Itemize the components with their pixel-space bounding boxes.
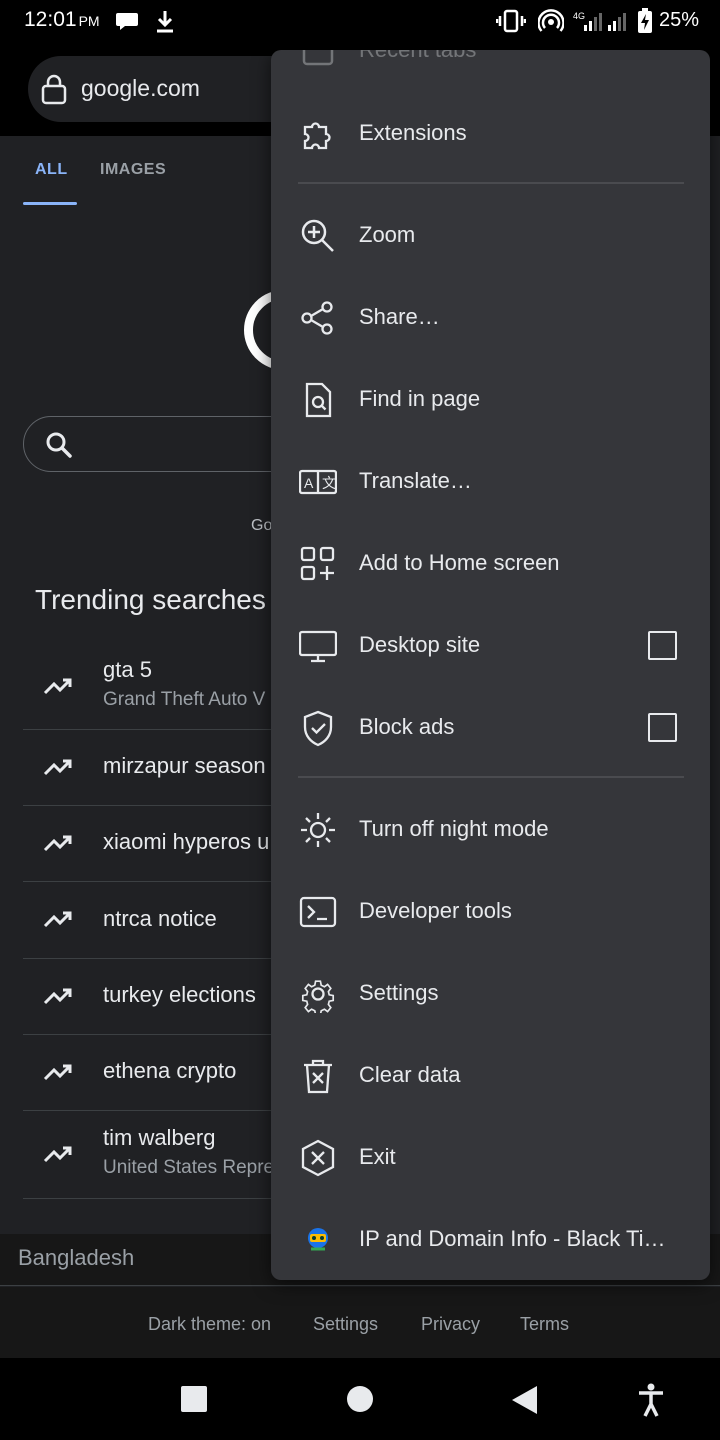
svg-text:文: 文 <box>322 475 336 491</box>
menu-item-exit[interactable]: Exit <box>271 1117 710 1199</box>
menu-item-label: Find in page <box>359 386 481 411</box>
menu-item-settings[interactable]: Settings <box>271 953 710 1035</box>
clock: 12:01 PM <box>24 8 100 31</box>
overflow-menu: Recent tabs Extensions Zoom Share… Find … <box>271 50 710 1280</box>
page-footer: Dark theme: on Settings Privacy Terms <box>0 1287 720 1358</box>
sun-icon <box>301 813 335 847</box>
menu-item-translate[interactable]: A文 Translate… <box>271 441 710 523</box>
hotspot-icon <box>538 9 564 32</box>
menu-item-recent-tabs[interactable]: Recent tabs <box>271 50 710 92</box>
tab-all[interactable]: ALL <box>35 161 68 179</box>
menu-item-label: Turn off night mode <box>359 816 549 841</box>
menu-item-find-in-page[interactable]: Find in page <box>271 359 710 441</box>
block-ads-checkbox[interactable] <box>648 713 677 742</box>
recent-tabs-icon <box>302 50 334 66</box>
accessibility-icon[interactable] <box>637 1383 665 1417</box>
signal-icon: 4G <box>573 11 626 31</box>
shield-check-icon <box>303 710 333 747</box>
system-nav-bar <box>0 1358 720 1440</box>
menu-item-label: Settings <box>359 980 439 1005</box>
zoom-in-icon <box>301 219 334 252</box>
menu-divider <box>298 182 684 184</box>
url-text: google.com <box>81 75 200 101</box>
menu-item-share[interactable]: Share… <box>271 277 710 359</box>
menu-item-clear-data[interactable]: Clear data <box>271 1035 710 1117</box>
vibrate-icon <box>496 9 526 33</box>
back-button[interactable] <box>510 1385 538 1415</box>
trend-subtitle: United States Repre <box>103 1157 275 1178</box>
trash-icon <box>304 1059 332 1094</box>
trend-title: ethena crypto <box>103 1058 237 1083</box>
terms-link[interactable]: Terms <box>520 1314 569 1335</box>
download-icon <box>157 11 173 33</box>
trend-title: ntrca notice <box>103 906 217 931</box>
menu-item-night-mode[interactable]: Turn off night mode <box>271 789 710 871</box>
menu-item-label: Translate… <box>359 468 472 493</box>
menu-item-label: Share… <box>359 304 440 329</box>
menu-item-label: Extensions <box>359 120 467 145</box>
trending-up-icon <box>43 1064 72 1081</box>
trending-up-icon <box>43 1146 72 1163</box>
trending-up-icon <box>43 759 72 776</box>
tab-images[interactable]: IMAGES <box>100 161 166 179</box>
svg-text:4G: 4G <box>573 11 585 21</box>
home-button[interactable] <box>346 1385 374 1413</box>
trend-title: turkey elections <box>103 982 256 1007</box>
recents-button[interactable] <box>180 1385 208 1413</box>
tab-indicator <box>23 202 77 205</box>
menu-item-label: Zoom <box>359 222 416 247</box>
menu-item-label: Exit <box>359 1144 396 1169</box>
trend-title: xiaomi hyperos u <box>103 829 270 854</box>
menu-item-block-ads[interactable]: Block ads <box>271 687 710 769</box>
trend-title: mirzapur season <box>103 753 266 778</box>
trend-subtitle: Grand Theft Auto V <box>103 689 266 710</box>
add-to-home-icon <box>300 546 335 581</box>
close-circle-icon <box>301 1139 335 1177</box>
gear-icon <box>301 980 335 1013</box>
menu-item-label: Add to Home screen <box>359 550 560 575</box>
offered-in-text: Go <box>251 517 273 534</box>
chat-bubble-icon <box>116 13 138 30</box>
menu-item-desktop-site[interactable]: Desktop site <box>271 605 710 687</box>
menu-item-developer-tools[interactable]: Developer tools <box>271 871 710 953</box>
trending-up-icon <box>43 835 72 852</box>
status-bar: 12:01 PM 4G 25% <box>0 0 720 44</box>
share-icon <box>301 301 333 335</box>
desktop-site-checkbox[interactable] <box>648 631 677 660</box>
desktop-icon <box>299 630 337 663</box>
dark-theme-link[interactable]: Dark theme: on <box>148 1314 271 1335</box>
footer-settings-link[interactable]: Settings <box>313 1314 378 1335</box>
trending-title: Trending searches <box>35 584 266 615</box>
privacy-link[interactable]: Privacy <box>421 1314 480 1335</box>
menu-item-extensions[interactable]: Extensions <box>271 93 710 175</box>
find-in-page-icon <box>305 382 332 418</box>
trending-up-icon <box>43 678 72 695</box>
translate-icon: A文 <box>299 469 337 495</box>
menu-item-ip-domain-info[interactable]: IP and Domain Info - Black Ti… <box>271 1199 710 1280</box>
svg-text:A: A <box>304 475 314 491</box>
region-label: Bangladesh <box>18 1245 135 1270</box>
extension-logo-icon <box>308 1228 328 1251</box>
menu-item-label: Block ads <box>359 714 455 739</box>
menu-item-label: IP and Domain Info - Black Ti… <box>359 1226 666 1251</box>
puzzle-icon <box>303 122 331 150</box>
menu-item-label: Desktop site <box>359 632 481 657</box>
menu-item-label: Recent tabs <box>359 50 476 63</box>
terminal-icon <box>299 896 337 928</box>
lock-icon <box>41 74 67 105</box>
menu-item-label: Clear data <box>359 1062 461 1087</box>
trend-title: tim walberg <box>103 1125 216 1150</box>
menu-item-add-to-home[interactable]: Add to Home screen <box>271 523 710 605</box>
search-icon <box>46 432 72 458</box>
battery-charging-icon <box>638 8 652 33</box>
menu-item-zoom[interactable]: Zoom <box>271 195 710 277</box>
menu-divider <box>298 776 684 778</box>
browser-screen: 12:01 PM 4G 25% google.com ALL IMAGES Go… <box>0 0 720 1440</box>
trend-title: gta 5 <box>103 657 152 682</box>
trending-up-icon <box>43 911 72 928</box>
battery-percent: 25% <box>659 9 700 31</box>
menu-item-label: Developer tools <box>359 898 512 923</box>
trending-up-icon <box>43 988 72 1005</box>
